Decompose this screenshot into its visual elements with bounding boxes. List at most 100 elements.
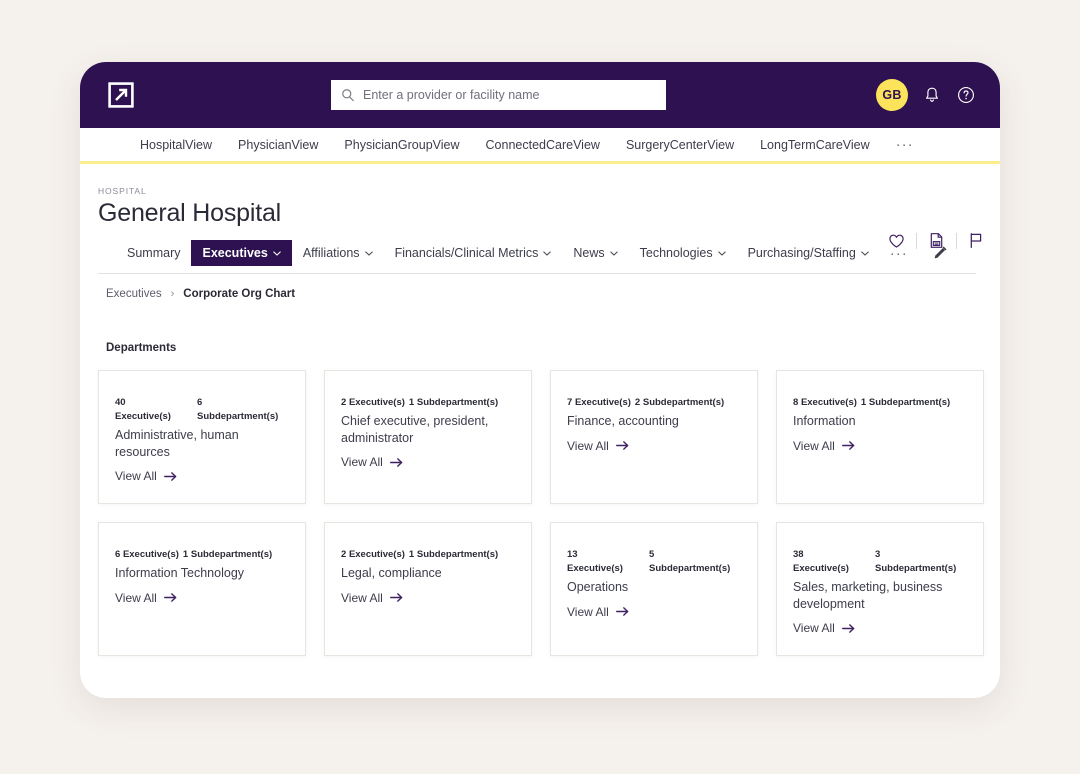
department-name: Chief executive, president, administrato… [341, 414, 489, 445]
departments-grid: 40 Executive(s) 6 Subdepartment(s) Administr… [80, 354, 1000, 656]
top-bar-actions: GB [876, 62, 976, 128]
executives-label: Executive(s) [793, 563, 849, 574]
view-all-link[interactable]: View All [793, 621, 855, 635]
department-card[interactable]: 40 Executive(s) 6 Subdepartment(s) Administr… [98, 370, 306, 504]
view-all-label: View All [567, 438, 609, 453]
department-stats: 38 Executive(s) 3 Subdepartment(s) [793, 549, 967, 574]
section-tabs: Summary Executives Affiliations Financia… [98, 240, 976, 266]
tab-purchasing-staffing[interactable]: Purchasing/Staffing [737, 240, 880, 266]
department-name: Legal, compliance [341, 566, 442, 580]
executives-count: 2 [341, 549, 349, 560]
view-all-link[interactable]: View All [341, 591, 403, 605]
department-name: Information Technology [115, 566, 245, 580]
search-icon [342, 89, 354, 102]
view-all-label: View All [567, 604, 609, 619]
subdepartments-stat: 1 Subdepartment(s) [183, 549, 272, 560]
subdepartments-stat: 3 Subdepartment(s) [875, 549, 957, 574]
pencil-edit-icon[interactable] [932, 245, 948, 261]
subdepartments-label: Subdepartment(s) [190, 549, 273, 560]
subdepartments-label: Subdepartment(s) [416, 397, 499, 408]
chevron-down-icon [364, 250, 373, 256]
subdepartments-stat: 2 Subdepartment(s) [635, 397, 724, 408]
view-all-link[interactable]: View All [115, 469, 177, 483]
subdepartments-label: Subdepartment(s) [642, 397, 725, 408]
department-stats: 2 Executive(s) 1 Subdepartment(s) [341, 397, 515, 408]
subdepartments-label: Subdepartment(s) [416, 549, 499, 560]
executives-label: Executive(s) [567, 563, 623, 574]
view-all-link[interactable]: View All [567, 439, 629, 453]
department-stats: 6 Executive(s) 1 Subdepartment(s) [115, 549, 289, 560]
department-name: Information [793, 414, 856, 428]
help-circle-icon[interactable] [956, 85, 976, 105]
view-all-label: View All [793, 438, 835, 453]
view-all-label: View All [341, 455, 383, 469]
subdepartments-stat: 1 Subdepartment(s) [409, 549, 498, 560]
subdepartments-stat: 1 Subdepartment(s) [861, 397, 950, 408]
view-all-link[interactable]: View All [115, 591, 177, 605]
tab-technologies[interactable]: Technologies [629, 240, 737, 266]
executives-count: 8 [793, 397, 801, 408]
subdepartments-stat: 1 Subdepartment(s) [409, 397, 498, 408]
page-header: HOSPITAL General Hospital Summary Execut… [80, 164, 1000, 274]
avatar[interactable]: GB [876, 79, 908, 111]
executives-label: Executive(s) [122, 549, 179, 560]
view-all-label: View All [115, 469, 157, 483]
department-card[interactable]: 2 Executive(s) 1 Subdepartment(s) Chief ex… [324, 370, 532, 504]
tabs-overflow-button[interactable]: ··· [880, 246, 918, 261]
nav-item-longtermcareview[interactable]: LongTermCareView [760, 138, 870, 152]
bell-icon[interactable] [922, 85, 942, 105]
executives-count: 2 [341, 397, 349, 408]
department-card[interactable]: 13 Executive(s) 5 Subdepartment(s) Operation… [550, 522, 758, 656]
breadcrumb-separator-icon: › [170, 288, 175, 300]
nav-item-physicianview[interactable]: PhysicianView [238, 138, 318, 152]
chevron-down-icon [861, 250, 869, 256]
executives-count: 7 [567, 397, 575, 408]
chevron-down-icon [717, 250, 726, 256]
executives-stat: 7 Executive(s) [567, 397, 631, 408]
breadcrumb-current: Corporate Org Chart [183, 288, 296, 300]
subdepartments-count: 5 [649, 549, 655, 560]
view-all-label: View All [341, 590, 383, 605]
search-box[interactable] [331, 80, 666, 110]
department-name: Administrative, human resources [115, 428, 239, 459]
nav-item-connectedcareview[interactable]: ConnectedCareView [486, 138, 600, 152]
subdepartments-count: 1 [408, 549, 417, 560]
arrow-right-icon [841, 623, 855, 633]
executives-count: 13 [567, 549, 578, 560]
department-card[interactable]: 7 Executive(s) 2 Subdepartment(s) Finance,… [550, 370, 758, 504]
department-stats: 2 Executive(s) 1 Subdepartment(s) [341, 549, 515, 560]
executives-count: 6 [115, 549, 123, 560]
arrow-right-icon [389, 593, 403, 602]
nav-overflow-button[interactable]: ··· [896, 137, 914, 152]
executives-label: Executive(s) [574, 397, 631, 408]
search-input[interactable] [363, 88, 656, 102]
subdepartments-count: 6 [197, 397, 203, 408]
tab-news[interactable]: News [562, 240, 628, 266]
department-card[interactable]: 6 Executive(s) 1 Subdepartment(s) Informat… [98, 522, 306, 656]
tab-affiliations[interactable]: Affiliations [292, 240, 384, 266]
department-card[interactable]: 38 Executive(s) 3 Subdepartment(s) Sales, ma… [776, 522, 984, 656]
nav-item-hospitalview[interactable]: HospitalView [140, 138, 212, 152]
department-stats: 40 Executive(s) 6 Subdepartment(s) [115, 397, 289, 422]
tab-summary[interactable]: Summary [116, 240, 191, 266]
subdepartments-count: 1 [182, 549, 191, 560]
nav-item-surgerycenterview[interactable]: SurgeryCenterView [626, 138, 734, 152]
tab-financials-clinical-metrics[interactable]: Financials/Clinical Metrics [384, 240, 563, 266]
view-all-link[interactable]: View All [567, 605, 629, 619]
view-all-link[interactable]: View All [793, 439, 855, 453]
executives-stat: 40 Executive(s) [115, 397, 197, 422]
nav-item-physiciangroupview[interactable]: PhysicianGroupView [344, 138, 459, 152]
breadcrumb-parent[interactable]: Executives [106, 288, 162, 300]
subdepartments-count: 1 [408, 397, 417, 408]
product-nav: HospitalView PhysicianView PhysicianGrou… [80, 128, 1000, 164]
tab-executives[interactable]: Executives [191, 240, 292, 266]
tab-label: Technologies [639, 246, 713, 260]
external-link-square-logo[interactable] [108, 82, 134, 108]
tab-label: Financials/Clinical Metrics [394, 246, 539, 260]
view-all-label: View All [793, 621, 835, 635]
department-card[interactable]: 8 Executive(s) 1 Subdepartment(s) Informat… [776, 370, 984, 504]
breadcrumb: Executives › Corporate Org Chart [80, 274, 1000, 300]
tabs-divider [98, 273, 976, 274]
department-card[interactable]: 2 Executive(s) 1 Subdepartment(s) Legal, c… [324, 522, 532, 656]
view-all-link[interactable]: View All [341, 455, 403, 469]
